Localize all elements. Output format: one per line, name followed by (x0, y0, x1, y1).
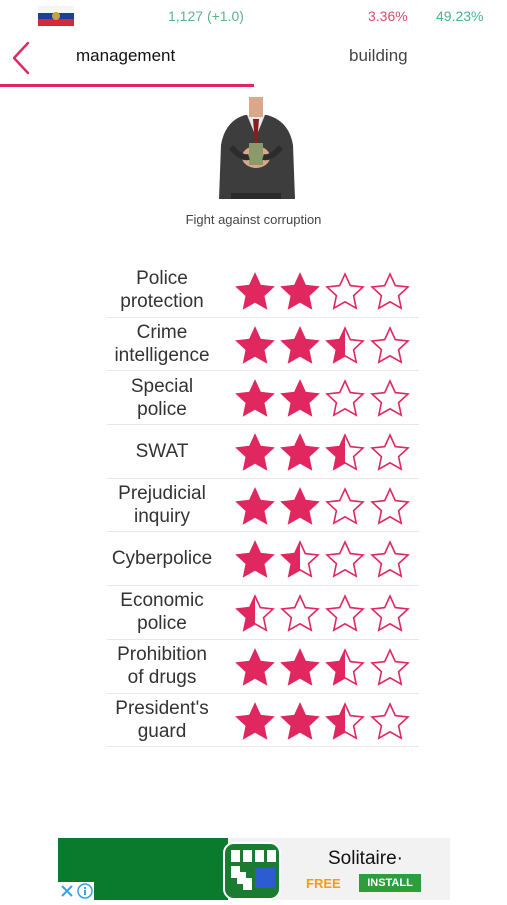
rating-row-label: Crime intelligence (114, 322, 210, 367)
star-icon (325, 486, 365, 525)
tab-header: management building (0, 32, 507, 90)
rating-row[interactable]: Prohibition of drugs (107, 640, 419, 694)
star-icon (325, 379, 365, 418)
star-icon (325, 325, 365, 364)
star-icon (235, 433, 275, 471)
ad-controls (58, 882, 94, 900)
star-rating (235, 272, 415, 312)
star-icon (325, 594, 365, 632)
star-icon (325, 272, 365, 310)
star-icon (370, 379, 410, 418)
star-icon (280, 379, 320, 418)
rating-row[interactable]: Prejudicial inquiry (107, 479, 419, 533)
star-icon (370, 647, 410, 686)
rating-row[interactable]: Police protection (107, 264, 419, 318)
rating-row[interactable]: Crime intelligence (107, 318, 419, 372)
star-icon (280, 647, 320, 686)
star-rating (235, 701, 415, 742)
population-stat: 1,127 (+1.0) (168, 8, 244, 24)
status-bar: 1,127 (+1.0) 3.36% 49.23% (0, 0, 507, 32)
star-icon (280, 594, 320, 632)
star-icon (325, 701, 365, 740)
star-icon (370, 701, 410, 740)
star-icon (235, 379, 275, 418)
star-rating (235, 540, 415, 580)
star-rating (235, 486, 415, 527)
tab-building[interactable]: building (349, 46, 408, 66)
star-icon (280, 486, 320, 525)
hero-caption: Fight against corruption (185, 212, 322, 227)
star-icon (370, 486, 410, 525)
solitaire-app-icon (223, 842, 281, 900)
businessman-image (211, 97, 301, 199)
rating-row-label: SWAT (135, 440, 189, 462)
star-icon (235, 486, 275, 525)
rating-row-label: Prohibition of drugs (117, 644, 207, 689)
flag-icon (38, 6, 74, 26)
star-icon (235, 540, 275, 579)
ad-info-icon[interactable] (77, 883, 93, 899)
rating-row[interactable]: President's guard (107, 694, 419, 748)
star-icon (235, 272, 275, 310)
star-icon (370, 540, 410, 579)
rating-list: Police protection Crime intelligence Speci… (107, 264, 419, 748)
star-icon (280, 325, 320, 364)
ad-install-button[interactable]: INSTALL (359, 874, 421, 892)
star-icon (235, 594, 275, 632)
star-icon (235, 325, 275, 364)
star-icon (280, 272, 320, 310)
rating-row-label: Cyberpolice (111, 548, 213, 570)
rating-row[interactable]: Economic police (107, 586, 419, 640)
star-rating (235, 379, 415, 419)
rating-row-label: Police protection (120, 268, 204, 313)
rating-row-label: Prejudicial inquiry (118, 483, 206, 528)
star-icon (280, 433, 320, 471)
star-icon (280, 540, 320, 579)
rating-row-label: President's guard (115, 697, 209, 742)
star-rating (235, 594, 415, 634)
star-icon (325, 647, 365, 686)
active-tab-indicator (0, 84, 254, 87)
star-icon (235, 701, 275, 740)
ad-free-label: FREE (306, 876, 341, 891)
star-rating (235, 325, 415, 366)
rating-row[interactable]: Special police (107, 371, 419, 426)
star-icon (280, 701, 320, 740)
star-icon (325, 433, 365, 471)
star-icon (235, 647, 275, 686)
red-stat: 3.36% (368, 8, 408, 24)
star-icon (370, 325, 410, 364)
star-rating (235, 647, 415, 688)
tab-management[interactable]: management (76, 46, 175, 66)
rating-row[interactable]: SWAT (107, 425, 419, 479)
star-rating (235, 433, 415, 473)
star-icon (370, 272, 410, 310)
star-icon (325, 540, 365, 579)
star-icon (370, 594, 410, 632)
rating-row-label: Special police (130, 375, 194, 420)
rating-row-label: Economic police (120, 590, 204, 635)
green-stat: 49.23% (436, 8, 484, 24)
back-chevron-icon[interactable] (6, 40, 36, 76)
ad-title: Solitaire· (328, 848, 403, 869)
star-icon (370, 433, 410, 471)
ad-banner[interactable]: Solitaire· FREE INSTALL (58, 838, 450, 900)
ad-close-icon[interactable] (61, 885, 73, 897)
rating-row[interactable]: Cyberpolice (107, 532, 419, 587)
